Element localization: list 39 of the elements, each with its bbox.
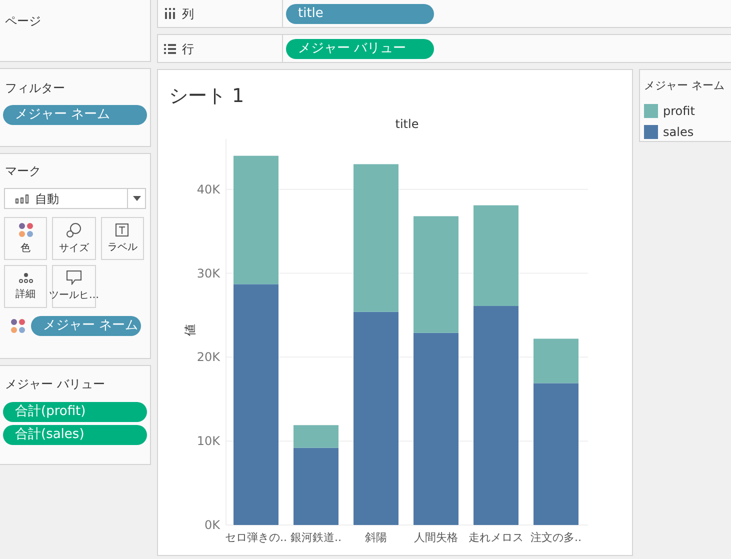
category-label: 銀河鉄道.. [290,531,342,544]
color-dots-icon [10,318,26,334]
detail-dots-icon [18,272,34,284]
sheet-title: シート 1 [168,84,246,109]
axis-tick-label: 30K [196,266,220,280]
legend-label: profit [663,102,695,120]
shelf-title: 列 [182,6,194,22]
color-dots-icon [18,222,34,238]
axis-header: title [395,117,419,131]
axis-tick-label: 20K [196,350,220,364]
category-label: 人間失格 [414,531,458,544]
mark-card-button[interactable]: 色 [4,217,48,260]
shelf-title: マーク [4,163,42,180]
axis-tick-label: 0K [204,518,220,532]
rows-icon [164,43,176,54]
speech-bubble-icon [66,270,82,285]
category-label: 斜陽 [365,531,387,544]
caret-icon [132,196,140,201]
legend-label: sales [663,124,694,140]
size-circles-icon [66,222,82,238]
shelf-title: メジャー バリュー [4,376,106,393]
axis-title: 値 [183,324,197,336]
mark-card-button[interactable]: ラベル [100,217,144,260]
axis-tick-label: 40K [196,182,220,196]
category-label: 走れメロス [468,531,524,544]
columns-icon [164,8,176,19]
shelf-title: フィルター [4,80,66,97]
category-label: セロ弾きの.. [225,531,287,544]
axis-tick-label: 10K [196,434,220,448]
shelf-title: ページ [5,14,41,28]
mark-card-button[interactable]: サイズ [52,217,96,260]
legend-title: メジャー ネーム [644,78,726,94]
shelf-title: 行 [182,40,194,58]
mark-type-dropdown[interactable]: 自動 [4,188,146,209]
text-label-icon [115,222,130,236]
category-label: 注文の多.. [530,531,582,544]
mark-card-button[interactable]: ツールヒ… [52,265,96,308]
bar-chart-icon [15,194,29,204]
mark-card-button[interactable]: 詳細 [4,265,48,308]
